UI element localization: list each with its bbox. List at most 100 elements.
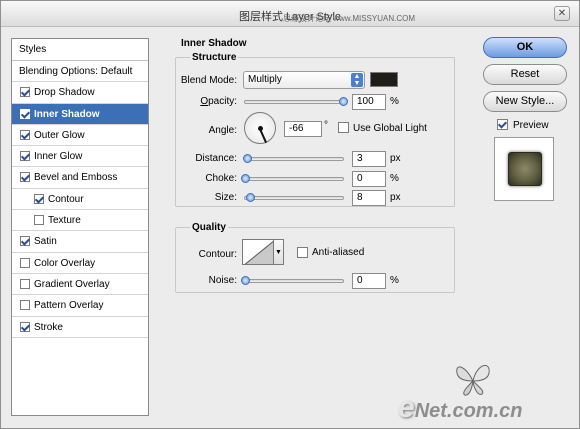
contour-label: Contour: xyxy=(198,249,237,260)
blend-mode-value: Multiply xyxy=(248,74,282,85)
style-item-color-overlay[interactable]: Color Overlay xyxy=(12,253,148,274)
style-checkbox[interactable] xyxy=(20,151,30,162)
distance-input[interactable]: 3 xyxy=(352,151,386,167)
style-checkbox[interactable] xyxy=(20,321,30,332)
style-checkbox[interactable] xyxy=(20,236,30,247)
style-preview xyxy=(494,137,554,201)
layer-style-dialog: 图层样式 Layer Style 思缘设计论坛 www.MISSYUAN.COM… xyxy=(0,0,580,429)
style-item-label: Inner Glow xyxy=(34,151,83,163)
style-item-label: Bevel and Emboss xyxy=(34,172,118,184)
anti-aliased-label: Anti-aliased xyxy=(312,247,365,258)
style-item-label: Contour xyxy=(48,193,84,205)
style-item-satin[interactable]: Satin xyxy=(12,231,148,253)
opacity-unit: % xyxy=(390,96,399,107)
style-item-label: Texture xyxy=(48,215,81,227)
contour-dropdown-button[interactable]: ▼ xyxy=(274,239,284,265)
noise-label: Noise: xyxy=(208,275,237,286)
style-item-label: Color Overlay xyxy=(34,257,96,269)
contour-curve-icon xyxy=(244,240,273,264)
opacity-label: Opacity: xyxy=(200,96,237,107)
style-item-drop-shadow[interactable]: Drop Shadow xyxy=(12,82,148,104)
distance-slider-thumb[interactable] xyxy=(242,154,252,163)
style-checkbox[interactable] xyxy=(20,108,30,119)
style-item-label: Pattern Overlay xyxy=(34,300,104,312)
opacity-slider-thumb[interactable] xyxy=(339,97,348,106)
style-checkbox[interactable] xyxy=(20,172,30,183)
choke-input[interactable]: 0 xyxy=(352,171,386,187)
style-checkbox[interactable] xyxy=(20,87,30,98)
opacity-input[interactable]: 100 xyxy=(352,94,386,110)
choke-slider[interactable] xyxy=(241,174,344,183)
contour-preview[interactable] xyxy=(242,239,274,265)
style-checkbox[interactable] xyxy=(20,257,30,268)
style-item-inner-shadow[interactable]: Inner Shadow xyxy=(12,103,148,125)
noise-slider-thumb[interactable] xyxy=(241,276,250,285)
angle-label: Angle: xyxy=(208,125,237,136)
angle-unit: ° xyxy=(324,120,328,131)
logo-e: e xyxy=(398,391,415,424)
quality-title: Quality xyxy=(190,222,228,233)
distance-unit: px xyxy=(390,153,401,164)
choke-unit: % xyxy=(390,173,399,184)
style-item-pattern-overlay[interactable]: Pattern Overlay xyxy=(12,295,148,317)
preview-checkbox[interactable] xyxy=(497,119,508,130)
style-checkbox[interactable] xyxy=(20,129,30,140)
use-global-light-checkbox[interactable] xyxy=(338,122,349,133)
opacity-slider[interactable] xyxy=(244,97,348,106)
reset-button[interactable]: Reset xyxy=(483,64,567,85)
choke-slider-thumb[interactable] xyxy=(241,174,250,183)
style-item-outer-glow[interactable]: Outer Glow xyxy=(12,125,148,147)
style-item-label: Stroke xyxy=(34,321,63,333)
logo-rest: Net.com.cn xyxy=(414,400,523,422)
size-input[interactable]: 8 xyxy=(352,190,386,206)
noise-unit: % xyxy=(390,275,399,286)
style-checkbox[interactable] xyxy=(20,300,30,311)
distance-label: Distance: xyxy=(195,153,237,164)
anti-aliased-checkbox[interactable] xyxy=(297,247,308,258)
style-item-texture[interactable]: Texture xyxy=(12,210,148,232)
noise-slider[interactable] xyxy=(241,276,344,285)
blending-options-item[interactable]: Blending Options: Default xyxy=(12,61,148,83)
choke-label: Choke: xyxy=(205,173,237,184)
style-item-gradient-overlay[interactable]: Gradient Overlay xyxy=(12,274,148,296)
style-item-stroke[interactable]: Stroke xyxy=(12,317,148,338)
panel-title: Inner Shadow xyxy=(181,38,247,49)
close-button[interactable]: ✕ xyxy=(554,6,570,21)
style-checkbox[interactable] xyxy=(34,215,44,226)
size-unit: px xyxy=(390,192,401,203)
style-checkbox[interactable] xyxy=(34,193,44,204)
chevron-down-icon: ▼ xyxy=(275,249,282,256)
noise-input[interactable]: 0 xyxy=(352,273,386,289)
style-item-inner-glow[interactable]: Inner Glow xyxy=(12,146,148,168)
use-global-light-label: Use Global Light xyxy=(353,123,427,134)
blend-mode-label: Blend Mode: xyxy=(180,75,237,86)
new-style-button[interactable]: New Style... xyxy=(483,91,567,112)
style-item-contour[interactable]: Contour xyxy=(12,189,148,211)
style-checkbox[interactable] xyxy=(20,278,30,289)
style-item-label: Satin xyxy=(34,236,57,248)
select-arrows-icon: ▲ ▼ xyxy=(351,73,363,87)
distance-slider[interactable] xyxy=(242,154,344,163)
angle-input[interactable]: -66 xyxy=(284,121,322,137)
size-slider-thumb[interactable] xyxy=(245,193,255,202)
size-label: Size: xyxy=(214,192,237,203)
enet-logo: eNet.com.cn xyxy=(398,391,523,425)
style-item-label: Inner Shadow xyxy=(34,108,100,120)
watermark-text: 思缘设计论坛 www.MISSYUAN.COM xyxy=(283,14,416,23)
style-item-label: Drop Shadow xyxy=(34,87,95,99)
style-item-label: Outer Glow xyxy=(34,129,85,141)
preview-swatch xyxy=(508,152,542,186)
title-bar[interactable]: 图层样式 Layer Style 思缘设计论坛 www.MISSYUAN.COM… xyxy=(1,1,579,27)
style-item-bevel-and-emboss[interactable]: Bevel and Emboss xyxy=(12,167,148,189)
blend-mode-select[interactable]: Multiply ▲ ▼ xyxy=(243,71,365,89)
size-slider[interactable] xyxy=(244,193,344,202)
angle-dial[interactable] xyxy=(244,112,276,144)
preview-label: Preview xyxy=(513,120,549,131)
shadow-color-swatch[interactable] xyxy=(370,72,398,87)
styles-header[interactable]: Styles xyxy=(12,39,148,61)
angle-dial-center xyxy=(258,126,263,131)
styles-list: Styles Blending Options: Default Drop Sh… xyxy=(11,38,149,416)
ok-button[interactable]: OK xyxy=(483,37,567,58)
structure-title: Structure xyxy=(190,52,239,63)
style-item-label: Gradient Overlay xyxy=(34,278,110,290)
